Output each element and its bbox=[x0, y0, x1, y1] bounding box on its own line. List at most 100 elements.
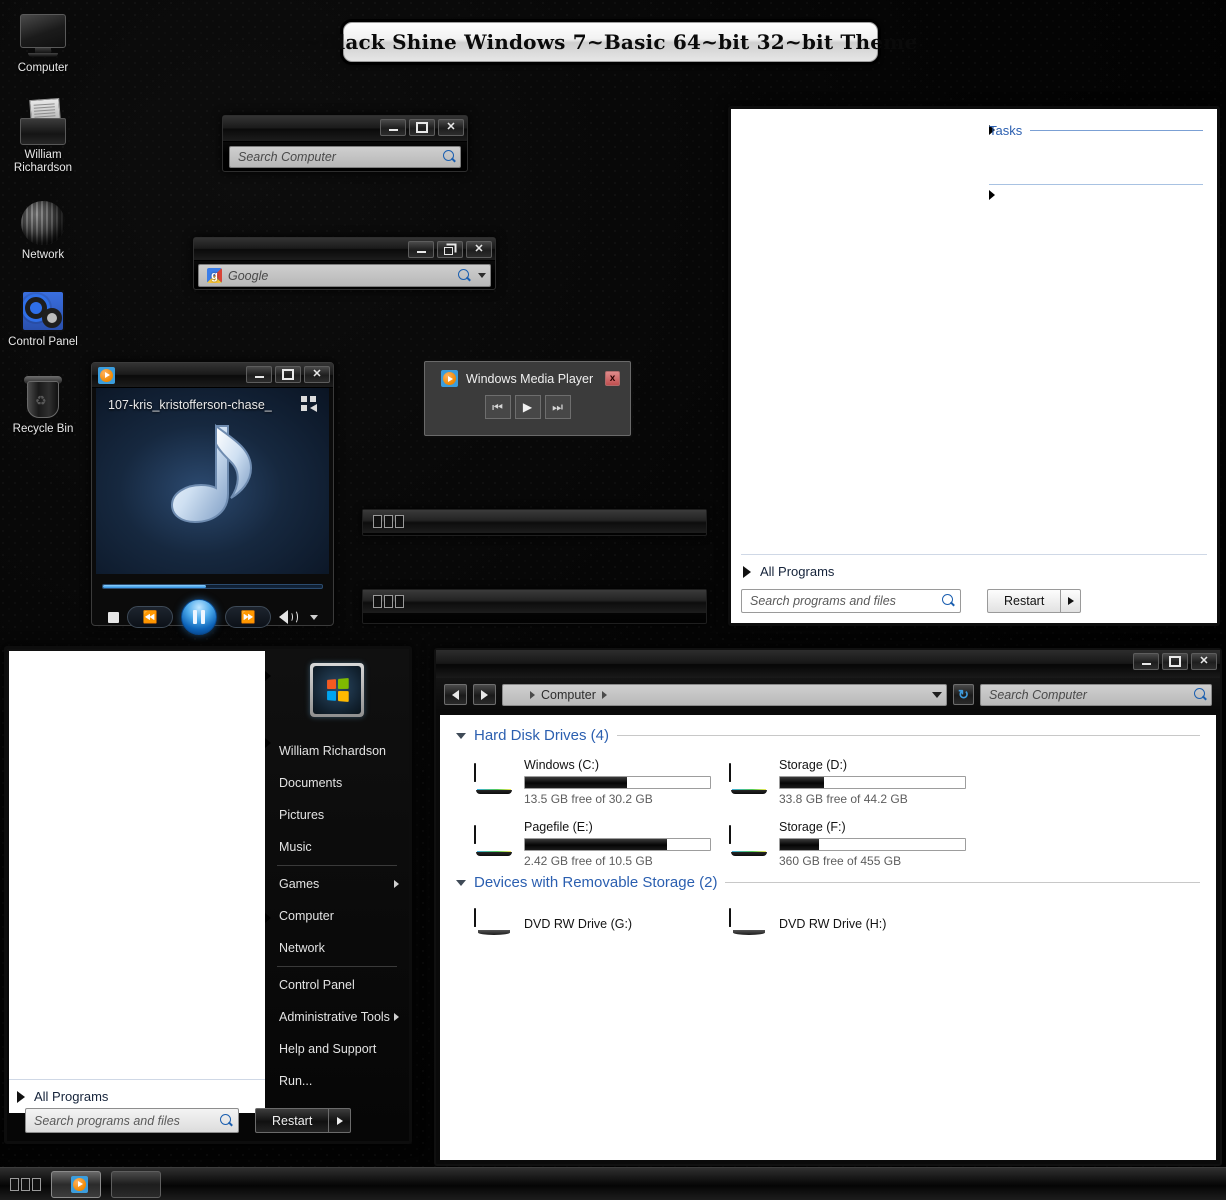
media-player-icon bbox=[98, 367, 115, 384]
drive-item[interactable]: DVD RW Drive (G:) bbox=[456, 897, 711, 945]
drive-group-header[interactable]: Hard Disk Drives (4) bbox=[456, 727, 1200, 744]
titlebar[interactable]: ✕ bbox=[92, 363, 333, 388]
chevron-right-icon bbox=[394, 1013, 399, 1021]
back-button[interactable] bbox=[444, 684, 467, 705]
search-input[interactable]: Search Computer bbox=[229, 146, 461, 168]
start-menu-item[interactable]: Music bbox=[265, 831, 409, 863]
transport-controls: ⏪ ⏩ bbox=[100, 599, 325, 635]
previous-button[interactable]: ⏪ bbox=[127, 606, 173, 628]
stop-button[interactable] bbox=[108, 612, 119, 623]
start-menu-item[interactable]: Pictures bbox=[265, 799, 409, 831]
start-menu-item[interactable]: Control Panel bbox=[265, 969, 409, 1001]
chevron-down-icon[interactable] bbox=[456, 733, 466, 739]
drive-item[interactable]: Pagefile (E:)2.42 GB free of 10.5 GB bbox=[456, 812, 711, 874]
computer-explorer-window[interactable]: ✕ Computer ↻ Search Computer Hard Disk D… bbox=[434, 648, 1222, 1166]
desktop-icon-user-folder[interactable]: William Richardson bbox=[0, 93, 86, 175]
close-button[interactable]: ✕ bbox=[466, 241, 492, 258]
forward-button[interactable] bbox=[473, 684, 496, 705]
restart-button-group[interactable]: Restart bbox=[987, 589, 1081, 613]
empty-panel-bottom[interactable] bbox=[362, 589, 707, 624]
google-search-input[interactable]: Google bbox=[198, 264, 491, 287]
volume-icon[interactable] bbox=[279, 610, 297, 624]
close-icon[interactable]: x bbox=[605, 371, 620, 386]
start-menu-item[interactable]: Documents bbox=[265, 767, 409, 799]
all-programs-button[interactable]: All Programs bbox=[741, 554, 1207, 589]
taskbar-button-computer[interactable] bbox=[111, 1171, 161, 1198]
close-button[interactable]: ✕ bbox=[1191, 653, 1217, 670]
start-menu-item[interactable]: Games bbox=[265, 868, 409, 900]
drive-item[interactable]: Storage (D:)33.8 GB free of 44.2 GB bbox=[711, 750, 966, 812]
breadcrumb-computer[interactable]: Computer bbox=[541, 688, 596, 702]
drive-item[interactable]: Windows (C:)13.5 GB free of 30.2 GB bbox=[456, 750, 711, 812]
start-menu-item[interactable]: William Richardson bbox=[265, 735, 409, 767]
address-bar[interactable]: Computer bbox=[502, 684, 947, 706]
switch-to-library-icon[interactable] bbox=[301, 396, 319, 412]
minimize-button[interactable] bbox=[408, 241, 434, 258]
start-menu-item[interactable]: Computer bbox=[265, 900, 409, 932]
next-button[interactable]: ⏭ bbox=[545, 395, 571, 419]
refresh-icon[interactable]: ↻ bbox=[953, 684, 974, 705]
drive-group-header[interactable]: Devices with Removable Storage (2) bbox=[456, 874, 1200, 891]
search-input[interactable]: Search Computer bbox=[980, 684, 1212, 706]
previous-button[interactable]: ⏮ bbox=[485, 395, 511, 419]
desktop-icon-recycle-bin[interactable]: ♻ Recycle Bin bbox=[0, 367, 86, 436]
search-computer-window[interactable]: ✕ Search Computer bbox=[222, 115, 468, 172]
restart-button[interactable]: Restart bbox=[255, 1108, 329, 1133]
start-menu-tasks-pane[interactable]: Tasks bbox=[989, 109, 1217, 623]
search-placeholder: Search Computer bbox=[238, 150, 442, 164]
minimize-button[interactable] bbox=[246, 366, 272, 383]
drive-item[interactable]: Storage (F:)360 GB free of 455 GB bbox=[711, 812, 966, 874]
titlebar[interactable]: ✕ bbox=[223, 116, 467, 142]
search-icon[interactable] bbox=[457, 269, 471, 283]
start-menu-item[interactable]: Network bbox=[265, 932, 409, 964]
maximize-button[interactable] bbox=[275, 366, 301, 383]
media-player-window[interactable]: ✕ 107-kris_kristofferson-chase_ bbox=[91, 362, 334, 626]
chevron-down-icon[interactable] bbox=[310, 615, 318, 620]
window-controls: ✕ bbox=[408, 241, 492, 258]
minimize-button[interactable] bbox=[380, 119, 406, 136]
media-player-thumbnail-preview[interactable]: Windows Media Player x ⏮ ▶ ⏭ bbox=[424, 361, 631, 436]
chevron-down-icon[interactable] bbox=[456, 880, 466, 886]
maximize-button[interactable] bbox=[1162, 653, 1188, 670]
start-menu[interactable]: All Programs William RichardsonDocuments… bbox=[4, 646, 412, 1144]
next-button[interactable]: ⏩ bbox=[225, 606, 271, 628]
start-menu-preview-light[interactable]: Tasks All Programs Search programs and f… bbox=[728, 106, 1220, 626]
start-menu-item[interactable]: Administrative Tools bbox=[265, 1001, 409, 1033]
empty-panel-top[interactable] bbox=[362, 509, 707, 536]
desktop-icon-label: Computer bbox=[0, 62, 86, 75]
minimize-button[interactable] bbox=[1133, 653, 1159, 670]
seek-slider[interactable] bbox=[102, 584, 323, 589]
search-input[interactable]: Search programs and files bbox=[25, 1108, 239, 1133]
restart-options-button[interactable] bbox=[1061, 589, 1081, 613]
start-menu-item[interactable]: Run... bbox=[265, 1065, 409, 1097]
chevron-down-icon[interactable] bbox=[478, 273, 486, 278]
chevron-down-icon[interactable] bbox=[932, 692, 942, 698]
restart-options-button[interactable] bbox=[329, 1108, 351, 1133]
play-button[interactable]: ▶ bbox=[515, 395, 541, 419]
taskbar-button-media-player[interactable] bbox=[51, 1171, 101, 1198]
desktop-icon-control-panel[interactable]: Control Panel bbox=[0, 280, 86, 349]
user-avatar[interactable] bbox=[310, 663, 364, 717]
maximize-button[interactable] bbox=[409, 119, 435, 136]
drive-item[interactable]: DVD RW Drive (H:) bbox=[711, 897, 966, 945]
restart-button-group[interactable]: Restart bbox=[255, 1108, 351, 1133]
start-menu-programs-pane[interactable] bbox=[731, 109, 989, 623]
titlebar[interactable]: ✕ bbox=[194, 238, 495, 261]
restart-button[interactable]: Restart bbox=[987, 589, 1061, 613]
close-button[interactable]: ✕ bbox=[438, 119, 464, 136]
start-menu-item[interactable]: Help and Support bbox=[265, 1033, 409, 1065]
restore-button[interactable] bbox=[437, 241, 463, 258]
start-menu-programs-pane[interactable]: All Programs bbox=[9, 651, 265, 1113]
search-input[interactable]: Search programs and files bbox=[741, 589, 961, 613]
pause-button[interactable] bbox=[181, 599, 217, 635]
quick-launch-missing-glyph-icon[interactable] bbox=[10, 1178, 41, 1191]
close-button[interactable]: ✕ bbox=[304, 366, 330, 383]
desktop-icon-network[interactable]: Network bbox=[0, 193, 86, 262]
titlebar[interactable]: ✕ bbox=[436, 650, 1220, 678]
google-search-window[interactable]: ✕ Google bbox=[193, 237, 496, 290]
chevron-right-icon[interactable] bbox=[602, 691, 607, 699]
drive-free-space: 360 GB free of 455 GB bbox=[779, 854, 966, 868]
taskbar[interactable] bbox=[0, 1167, 1226, 1200]
panel-header bbox=[363, 510, 706, 533]
desktop-icon-computer[interactable]: Computer bbox=[0, 6, 86, 75]
